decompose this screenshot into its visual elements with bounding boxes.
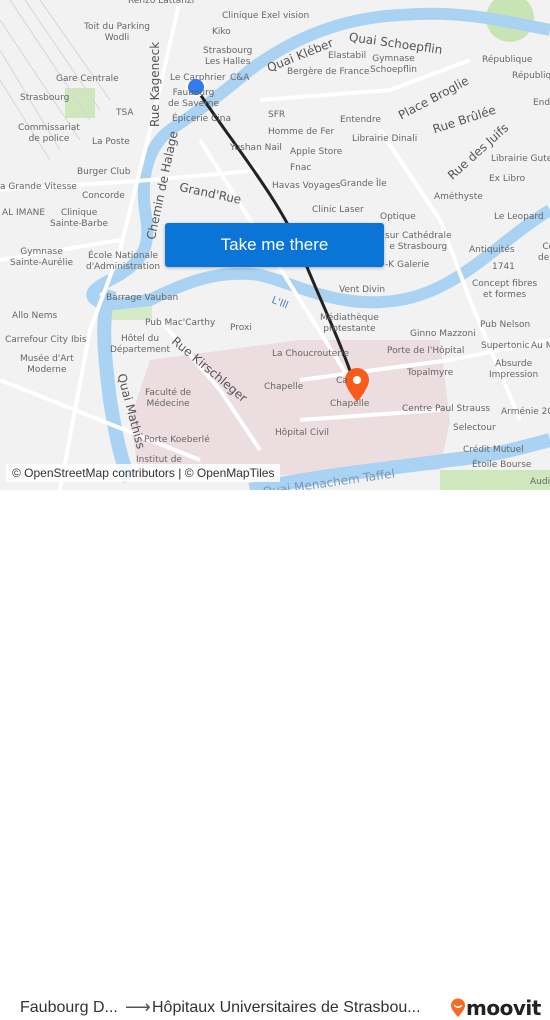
poi-label: Entendre (340, 115, 381, 125)
poi-label: La Poste (92, 137, 130, 147)
poi-label: C&A (230, 73, 250, 83)
poi-label: Le Carphrier (170, 73, 226, 83)
poi-label: Améthyste (434, 192, 483, 202)
poi-label: Étoile Bourse (472, 460, 532, 470)
poi-label: Librairie Dinali (352, 134, 418, 144)
poi-label: Pub Mac'Carthy (145, 318, 216, 328)
map[interactable]: Renzo Lattanzi Toit du Parking Wodli Clin… (0, 0, 550, 490)
poi-label: Havas Voyages (272, 181, 341, 191)
poi-label: Homme de Fer (268, 127, 335, 137)
poi-label: Concept fibres et formes (472, 279, 538, 300)
poi-label: Toit du Parking Wodli (84, 22, 151, 43)
poi-label: Strasbourg Les Halles (203, 46, 253, 67)
arrow-right-icon: ⟶ (125, 997, 151, 1018)
poi-label: Gare Centrale (56, 74, 119, 84)
poi-label: Fnac (290, 163, 312, 173)
poi-label: Au M (531, 341, 550, 351)
poi-label: Strasbourg (20, 93, 70, 103)
poi-label: TSA (116, 108, 134, 118)
poi-label: Médiathèque protestante (320, 313, 379, 334)
poi-label: Républiqu (512, 71, 550, 81)
map-attribution[interactable]: © OpenStreetMap contributors | © OpenMap… (6, 464, 281, 482)
poi-label: Faculté de Médecine (145, 388, 192, 409)
poi-label: Burger Club (77, 167, 131, 177)
poi-label: Vent Divin (339, 285, 386, 295)
poi-label: Allo Nems (12, 311, 58, 321)
poi-label: Apple Store (290, 147, 343, 157)
poi-label: Audit (530, 477, 550, 487)
poi-label: Le Leopard (494, 212, 544, 222)
poi-label: Pub Nelson (480, 320, 531, 330)
poi-label: Elastabil (328, 51, 367, 61)
street-label: Rue Kageneck (148, 41, 162, 127)
moovit-pin-icon (451, 998, 465, 1017)
poi-label: a Grande Vitesse (0, 182, 77, 192)
poi-label: République (482, 55, 533, 65)
poi-label: Selectour (453, 423, 496, 433)
poi-label: Ca (336, 376, 348, 386)
poi-label: Clinic Laser (312, 205, 364, 215)
poi-label: Renzo Lattanzi (128, 0, 195, 6)
poi-label: Carrefour City (5, 335, 68, 345)
moovit-logo-text: moovit (466, 996, 541, 1020)
poi-label: Proxi (230, 323, 252, 333)
poi-label: Topalmyre (407, 368, 454, 378)
origin-name: Faubourg D... (20, 999, 118, 1016)
poi-label: Librairie Guten (491, 154, 550, 164)
destination-name: Hôpitaux Universitaires de Strasbou... (152, 999, 421, 1016)
poi-label: Épicerie Cina (172, 114, 231, 124)
poi-label: Musée d'Art Moderne (20, 354, 74, 375)
poi-label: Commissariat de police (18, 123, 80, 144)
poi-label: Antiquités (469, 245, 515, 255)
poi-label: Bergère de France (287, 67, 370, 77)
poi-label: Kiko (212, 27, 231, 37)
poi-label: Porte de l'Hôpital (387, 346, 465, 356)
poi-label: La Choucrouterie (272, 349, 350, 359)
poi-label: Clinique Sainte-Barbe (50, 208, 109, 229)
poi-label: Absurde Impression (489, 359, 539, 380)
poi-label: Arménie 200 (501, 407, 550, 417)
take-me-there-button[interactable]: Take me there (165, 223, 384, 267)
poi-label: Barrage Vauban (106, 293, 179, 303)
poi-label: Centre Paul Strauss (402, 404, 491, 414)
poi-label: SFR (268, 110, 286, 120)
moovit-logo[interactable]: moovit (450, 996, 541, 1020)
poi-label: Ginno Mazzoni (410, 329, 476, 339)
poi-label: Gymnase Schoepflin (370, 54, 417, 75)
poi-label: Faubourg de Saverne (168, 88, 219, 109)
poi-label: Porte Koeberlé (144, 435, 210, 445)
poi-label: Ex Libro (489, 174, 526, 184)
poi-label: Concorde (82, 191, 125, 201)
park (65, 88, 95, 118)
poi-label: Gymnase Sainte-Aurélie (10, 247, 73, 268)
poi-label: Cedent (538, 242, 550, 263)
poi-label: Endr (533, 98, 550, 108)
poi-label: Yushan Nail (230, 143, 282, 153)
poi-label: Chapelle (264, 382, 304, 392)
poi-label: Supertonic (481, 341, 530, 351)
poi-label: Clinique Exel vision (222, 11, 310, 21)
poi-label: Grande Île (340, 179, 387, 189)
poi-label: 1741 (492, 262, 515, 272)
poi-label: Hôtel du Département (110, 334, 170, 355)
footer: Faubourg D... ⟶ Hôpitaux Universitaires … (0, 490, 550, 1020)
poi-label: Chapelle (330, 399, 370, 409)
poi-label: Hôpital Civil (275, 428, 330, 438)
poi-label: Crédit Mutuel (463, 445, 524, 455)
poi-label: Optique (380, 212, 416, 222)
poi-label: Ibis (71, 335, 87, 345)
poi-label: sur Cathédrale e Strasbourg (385, 231, 452, 252)
poi-label: -K Galerie (385, 260, 430, 270)
poi-label: AL IMANE (2, 208, 46, 218)
poi-label: École Nationale d'Administration (86, 251, 161, 272)
